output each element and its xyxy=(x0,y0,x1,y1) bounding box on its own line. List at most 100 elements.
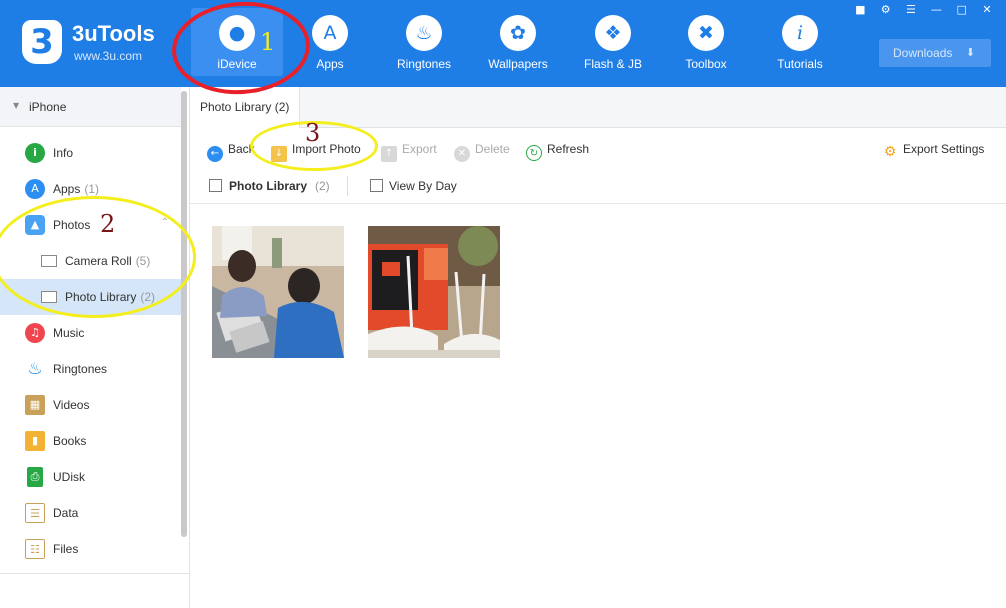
sidebar-item-files[interactable]: ☷ Files xyxy=(0,531,181,567)
device-name: iPhone xyxy=(29,100,67,114)
delete-button[interactable]: ✕ Delete xyxy=(454,140,510,162)
view-by-day-checkbox[interactable] xyxy=(370,179,383,192)
menu-icon[interactable]: ☰ xyxy=(902,2,920,18)
photo-thumbnail[interactable] xyxy=(212,226,344,358)
export-settings-button[interactable]: ⚙ Export Settings xyxy=(882,140,985,160)
book-icon: ▮ xyxy=(25,431,45,451)
nav-apps[interactable]: A Apps xyxy=(284,8,376,76)
photo-image xyxy=(212,226,344,358)
sidebar: ▼ iPhone i Info A Apps (1) ▲ Photos ⌃ Cam… xyxy=(0,87,190,608)
sidebar-item-udisk[interactable]: ⎙ UDisk xyxy=(0,459,181,495)
files-icon: ☷ xyxy=(25,539,45,559)
sidebar-item-data[interactable]: ☰ Data xyxy=(0,495,181,531)
sidebar-scrollbar[interactable] xyxy=(181,91,187,537)
app-name: 3uTools xyxy=(72,21,155,46)
sidebar-item-label: Files xyxy=(53,542,79,556)
export-label: Export xyxy=(402,142,437,156)
view-by-day-label: View By Day xyxy=(389,179,457,193)
info-icon: i xyxy=(782,15,818,51)
nav-tutorials[interactable]: i Tutorials xyxy=(754,8,846,76)
annotation-number-2: 2 xyxy=(100,210,116,238)
nav-wallpapers[interactable]: ✿ Wallpapers xyxy=(472,8,564,76)
nav-flash-jb[interactable]: ❖ Flash & JB xyxy=(567,8,659,76)
sidebar-item-label: Books xyxy=(53,434,87,448)
filter-separator xyxy=(347,176,348,196)
tools-icon: ✖ xyxy=(688,15,724,51)
annotation-number-3: 3 xyxy=(305,119,321,147)
window-controls: ■ ⚙ ☰ — □ ✕ xyxy=(847,2,996,18)
gear-icon[interactable]: ⚙ xyxy=(877,2,895,18)
appstore-icon: A xyxy=(312,15,348,51)
sidebar-item-label: Videos xyxy=(53,398,90,412)
sidebar-item-label: Music xyxy=(53,326,85,340)
data-icon: ☰ xyxy=(25,503,45,523)
refresh-label: Refresh xyxy=(547,142,590,156)
logo-mark-icon: 3 xyxy=(22,20,62,64)
shirt-icon[interactable]: ■ xyxy=(851,2,869,18)
refresh-button[interactable]: ↻ Refresh xyxy=(526,140,590,161)
nav-label: Toolbox xyxy=(685,57,727,71)
photo-library-filter-label: Photo Library (2) xyxy=(229,179,330,193)
folder-icon xyxy=(41,255,57,267)
tab-photo-library[interactable]: Photo Library (2) xyxy=(190,87,301,128)
nav-toolbox[interactable]: ✖ Toolbox xyxy=(660,8,752,76)
sidebar-item-ringtones[interactable]: ♨ Ringtones xyxy=(0,351,181,387)
sidebar-item-label: Camera Roll (5) xyxy=(65,254,151,268)
music-icon: ♫ xyxy=(25,323,45,343)
export-settings-label: Export Settings xyxy=(903,142,985,156)
sidebar-item-music[interactable]: ♫ Music xyxy=(0,315,181,351)
sidebar-item-label: Apps (1) xyxy=(53,182,100,196)
filter-bar: Photo Library (2) View By Day xyxy=(190,168,1006,204)
caret-up-icon: ⌃ xyxy=(160,217,169,228)
delete-icon: ✕ xyxy=(454,146,470,162)
apple-icon: ● xyxy=(219,15,255,51)
downloads-button[interactable]: Downloads ⬇ xyxy=(879,39,991,67)
photo-thumbnail[interactable] xyxy=(368,226,500,358)
refresh-icon: ↻ xyxy=(526,145,542,161)
sidebar-item-label: Ringtones xyxy=(53,362,108,376)
header-bar: 3 3uTools www.3u.com ● iDevice A Apps ♨ … xyxy=(0,0,1006,87)
sidebar-item-info[interactable]: i Info xyxy=(0,135,181,171)
sidebar-item-books[interactable]: ▮ Books xyxy=(0,423,181,459)
nav-label: Wallpapers xyxy=(488,57,548,71)
export-button[interactable]: ↑ Export xyxy=(381,140,437,162)
nav-label: iDevice xyxy=(217,57,257,71)
sidebar-item-videos[interactable]: ▦ Videos xyxy=(0,387,181,423)
device-row[interactable]: ▼ iPhone xyxy=(0,87,181,127)
sidebar-item-label: Photo Library (2) xyxy=(65,290,156,304)
annotation-number-1: 1 xyxy=(260,28,276,56)
bell-icon: ♨ xyxy=(406,15,442,51)
appstore-icon: A xyxy=(25,179,45,199)
sidebar-item-label: Info xyxy=(53,146,74,160)
nav-ringtones[interactable]: ♨ Ringtones xyxy=(378,8,470,76)
sidebar-item-apps[interactable]: A Apps (1) xyxy=(0,171,181,207)
nav-label: Flash & JB xyxy=(583,57,643,71)
import-icon: ↓ xyxy=(271,146,287,162)
maximize-icon[interactable]: □ xyxy=(953,2,971,18)
sidebar-item-photos[interactable]: ▲ Photos ⌃ xyxy=(0,207,181,243)
sidebar-item-label: Photos xyxy=(53,218,91,232)
nav-label: Ringtones xyxy=(396,57,452,71)
close-icon[interactable]: ✕ xyxy=(978,2,996,18)
flower-icon: ✿ xyxy=(500,15,536,51)
usb-icon: ⎙ xyxy=(27,467,43,487)
gear-icon: ⚙ xyxy=(882,144,898,160)
photo-image xyxy=(368,226,500,358)
back-button[interactable]: ← Back xyxy=(207,140,255,162)
minimize-icon[interactable]: — xyxy=(927,2,945,18)
back-label: Back xyxy=(228,142,255,156)
delete-label: Delete xyxy=(475,142,510,156)
sidebar-item-label: UDisk xyxy=(53,470,85,484)
photo-library-checkbox[interactable] xyxy=(209,179,222,192)
sidebar-item-label: Data xyxy=(53,506,79,520)
nav-label: Apps xyxy=(316,57,344,71)
sidebar-item-photo-library[interactable]: Photo Library (2) xyxy=(0,279,181,315)
app-logo: 3 3uTools www.3u.com xyxy=(22,18,162,68)
folder-icon xyxy=(41,291,57,303)
bell-icon: ♨ xyxy=(27,359,43,379)
sidebar-item-camera-roll[interactable]: Camera Roll (5) xyxy=(0,243,181,279)
sidebar-divider xyxy=(0,573,190,574)
import-label: Import Photo xyxy=(292,142,361,156)
export-icon: ↑ xyxy=(381,146,397,162)
film-icon: ▦ xyxy=(25,395,45,415)
